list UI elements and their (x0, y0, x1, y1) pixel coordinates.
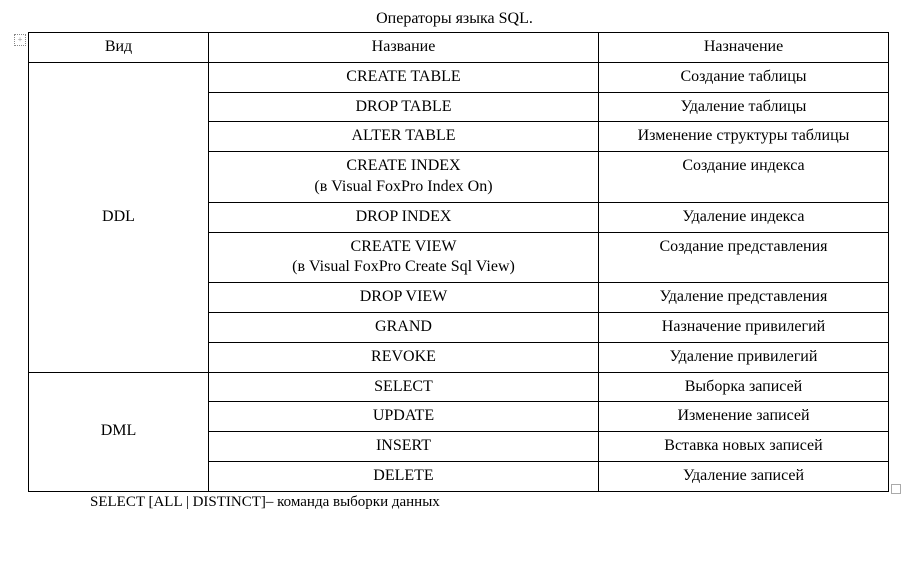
cell-purpose: Создание представления (599, 232, 889, 283)
table-row: DML SELECT Выборка записей (29, 372, 889, 402)
col-header-purpose: Назначение (599, 33, 889, 63)
cell-purpose: Удаление представления (599, 283, 889, 313)
footer-fragment-text: SELECT [ALL | DISTINCT]– команда выборки… (90, 494, 889, 511)
table-row: DDL CREATE TABLE Создание таблицы (29, 62, 889, 92)
cell-name: GRAND (209, 312, 599, 342)
cell-purpose: Назначение привилегий (599, 312, 889, 342)
cell-name: INSERT (209, 432, 599, 462)
col-header-kind: Вид (29, 33, 209, 63)
page-title: Операторы языка SQL. (20, 10, 889, 28)
cell-purpose: Выборка записей (599, 372, 889, 402)
cell-name: CREATE INDEX (в Visual FoxPro Index On) (209, 152, 599, 203)
group-cell-ddl: DDL (29, 62, 209, 372)
cell-purpose: Создание индекса (599, 152, 889, 203)
cell-name: ALTER TABLE (209, 122, 599, 152)
cell-purpose: Вставка новых записей (599, 432, 889, 462)
cell-purpose: Создание таблицы (599, 62, 889, 92)
cell-purpose: Изменение записей (599, 402, 889, 432)
cell-name: UPDATE (209, 402, 599, 432)
col-header-name: Название (209, 33, 599, 63)
cell-name: SELECT (209, 372, 599, 402)
cell-name: CREATE TABLE (209, 62, 599, 92)
table-end-marker-icon (891, 484, 901, 494)
table-header-row: Вид Название Назначение (29, 33, 889, 63)
table-anchor-icon: + (14, 34, 26, 46)
cell-purpose: Удаление записей (599, 461, 889, 491)
table-container: + Вид Название Назначение DDL CREATE TAB… (28, 32, 889, 492)
cell-name: DROP TABLE (209, 92, 599, 122)
sql-operators-table: Вид Название Назначение DDL CREATE TABLE… (28, 32, 889, 492)
group-cell-dml: DML (29, 372, 209, 491)
cell-name: CREATE VIEW (в Visual FoxPro Create Sql … (209, 232, 599, 283)
cell-name: DROP INDEX (209, 202, 599, 232)
cell-purpose: Удаление индекса (599, 202, 889, 232)
cell-purpose: Изменение структуры таблицы (599, 122, 889, 152)
cell-name: REVOKE (209, 342, 599, 372)
cell-name: DROP VIEW (209, 283, 599, 313)
cell-purpose: Удаление таблицы (599, 92, 889, 122)
cell-purpose: Удаление привилегий (599, 342, 889, 372)
cell-name: DELETE (209, 461, 599, 491)
